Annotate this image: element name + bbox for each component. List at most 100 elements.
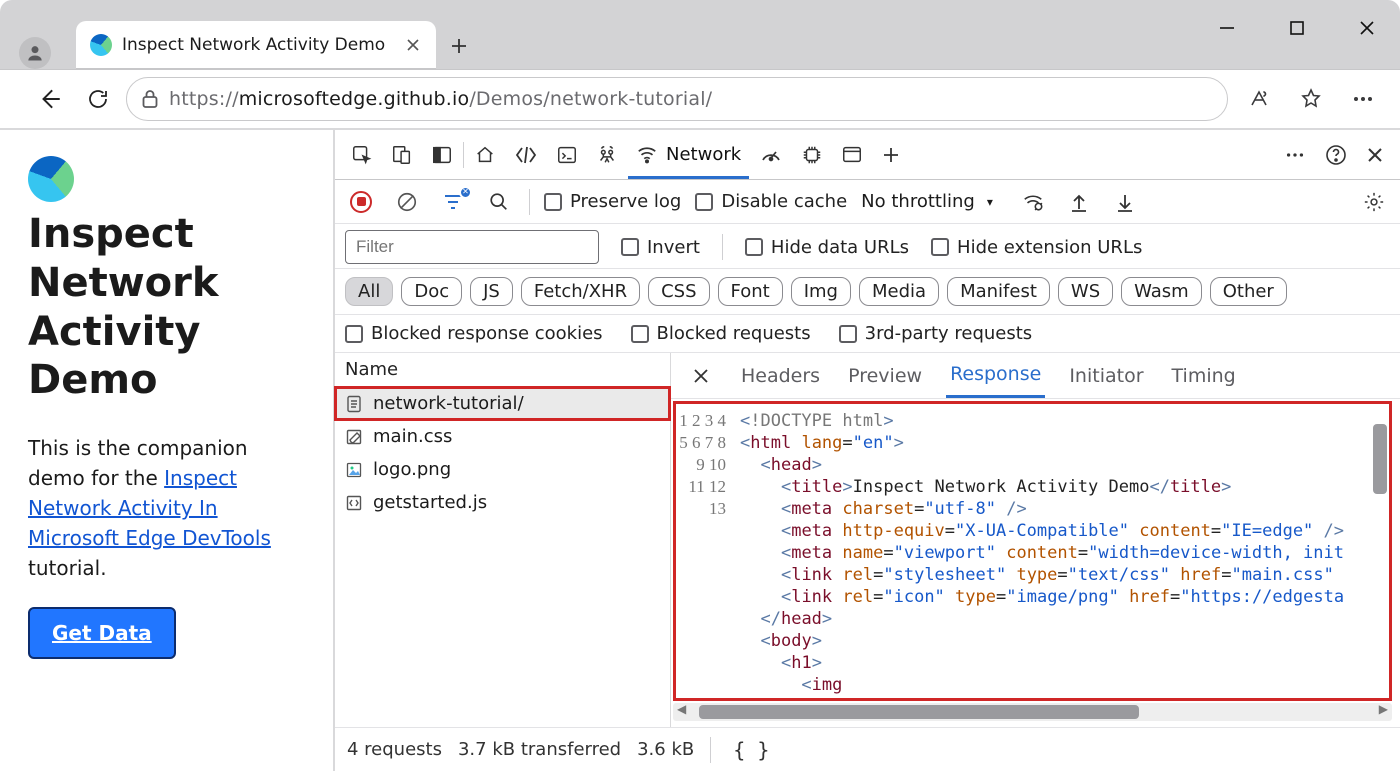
type-img[interactable]: Img bbox=[791, 277, 851, 306]
type-doc[interactable]: Doc bbox=[401, 277, 462, 306]
request-row[interactable]: getstarted.js bbox=[335, 486, 670, 519]
url-text: https://microsoftedge.github.io/Demos/ne… bbox=[169, 88, 712, 110]
network-status-bar: 4 requests 3.7 kB transferred 3.6 kB { } bbox=[335, 727, 1400, 771]
profile-avatar[interactable] bbox=[19, 37, 51, 69]
filter-toggle[interactable] bbox=[437, 186, 469, 218]
close-tab-icon[interactable] bbox=[402, 34, 424, 56]
welcome-tab-icon[interactable] bbox=[466, 132, 504, 178]
edge-logo-icon bbox=[28, 156, 74, 202]
type-font[interactable]: Font bbox=[718, 277, 783, 306]
throttling-select[interactable]: No throttling▾ bbox=[861, 191, 1003, 212]
clear-button[interactable] bbox=[391, 186, 423, 218]
response-code[interactable]: <!DOCTYPE html> <html lang="en"> <head> … bbox=[736, 404, 1389, 698]
sources-tab-icon[interactable] bbox=[588, 132, 626, 178]
detail-tabs: Headers Preview Response Initiator Timin… bbox=[671, 353, 1400, 399]
type-fetch[interactable]: Fetch/XHR bbox=[521, 277, 640, 306]
elements-tab-icon[interactable] bbox=[506, 132, 546, 178]
console-tab-icon[interactable] bbox=[548, 132, 586, 178]
more-tabs-icon[interactable] bbox=[873, 132, 909, 178]
response-body: 1 2 3 4 5 6 7 8 9 10 11 12 13 <!DOCTYPE … bbox=[673, 401, 1392, 701]
type-js[interactable]: JS bbox=[470, 277, 513, 306]
network-conditions-icon[interactable] bbox=[1017, 186, 1049, 218]
type-css[interactable]: CSS bbox=[648, 277, 709, 306]
import-har-icon[interactable] bbox=[1063, 186, 1095, 218]
type-media[interactable]: Media bbox=[859, 277, 939, 306]
type-wasm[interactable]: Wasm bbox=[1121, 277, 1202, 306]
extra-filters-row: Blocked response cookies Blocked request… bbox=[335, 315, 1400, 353]
request-row[interactable]: logo.png bbox=[335, 453, 670, 486]
reload-button[interactable] bbox=[78, 79, 118, 119]
type-ws[interactable]: WS bbox=[1058, 277, 1113, 306]
performance-tab-icon[interactable] bbox=[751, 132, 791, 178]
horizontal-scrollbar[interactable] bbox=[673, 703, 1392, 721]
line-gutter: 1 2 3 4 5 6 7 8 9 10 11 12 13 bbox=[676, 404, 736, 698]
type-filter-row: All Doc JS Fetch/XHR CSS Font Img Media … bbox=[335, 269, 1400, 315]
type-other[interactable]: Other bbox=[1210, 277, 1287, 306]
devtools-more-icon[interactable] bbox=[1276, 132, 1314, 178]
close-detail-icon[interactable] bbox=[685, 360, 717, 392]
get-data-button[interactable]: Get Data bbox=[28, 607, 176, 659]
dock-side-icon[interactable] bbox=[423, 132, 461, 178]
page-title: Inspect Network Activity Demo bbox=[28, 156, 309, 405]
status-requests: 4 requests bbox=[347, 739, 442, 760]
blocked-requests-checkbox[interactable]: Blocked requests bbox=[631, 323, 811, 344]
filter-bar: Invert Hide data URLs Hide extension URL… bbox=[335, 224, 1400, 269]
close-devtools-icon[interactable] bbox=[1358, 132, 1392, 178]
favorite-icon[interactable] bbox=[1294, 82, 1328, 116]
css-icon bbox=[345, 428, 363, 446]
request-row[interactable]: main.css bbox=[335, 420, 670, 453]
detail-tab-timing[interactable]: Timing bbox=[1168, 355, 1240, 397]
inspect-element-icon[interactable] bbox=[343, 132, 381, 178]
more-icon[interactable] bbox=[1346, 82, 1380, 116]
filter-input[interactable] bbox=[345, 230, 599, 264]
back-button[interactable] bbox=[30, 79, 70, 119]
js-icon bbox=[345, 494, 363, 512]
page-description: This is the companion demo for the Inspe… bbox=[28, 433, 309, 583]
memory-tab-icon[interactable] bbox=[793, 132, 831, 178]
minimize-button[interactable] bbox=[1204, 5, 1250, 51]
status-resources: 3.6 kB bbox=[637, 739, 694, 760]
lock-icon bbox=[141, 89, 159, 109]
image-icon bbox=[345, 461, 363, 479]
device-emulation-icon[interactable] bbox=[383, 132, 421, 178]
browser-tab[interactable]: Inspect Network Activity Demo bbox=[76, 21, 436, 69]
detail-tab-initiator[interactable]: Initiator bbox=[1065, 355, 1147, 397]
address-bar[interactable]: https://microsoftedge.github.io/Demos/ne… bbox=[126, 77, 1228, 121]
read-aloud-icon[interactable] bbox=[1242, 82, 1276, 116]
pretty-print-button[interactable]: { } bbox=[727, 738, 775, 762]
status-transferred: 3.7 kB transferred bbox=[458, 739, 621, 760]
request-detail: Headers Preview Response Initiator Timin… bbox=[671, 353, 1400, 727]
detail-tab-preview[interactable]: Preview bbox=[844, 355, 926, 397]
browser-titlebar: Inspect Network Activity Demo bbox=[0, 0, 1400, 70]
application-tab-icon[interactable] bbox=[833, 132, 871, 178]
blocked-cookies-checkbox[interactable]: Blocked response cookies bbox=[345, 323, 603, 344]
disable-cache-checkbox[interactable]: Disable cache bbox=[695, 191, 847, 212]
column-header-name[interactable]: Name bbox=[335, 353, 670, 387]
window-controls bbox=[1204, 0, 1390, 56]
navbar: https://microsoftedge.github.io/Demos/ne… bbox=[0, 70, 1400, 130]
devtools-tabstrip: Network bbox=[335, 130, 1400, 180]
record-button[interactable] bbox=[345, 186, 377, 218]
network-settings-icon[interactable] bbox=[1358, 186, 1390, 218]
request-list: Name network-tutorial/ main.css logo.png… bbox=[335, 353, 671, 727]
type-manifest[interactable]: Manifest bbox=[947, 277, 1050, 306]
network-tab[interactable]: Network bbox=[628, 133, 749, 179]
tab-title: Inspect Network Activity Demo bbox=[122, 35, 392, 55]
detail-tab-headers[interactable]: Headers bbox=[737, 355, 824, 397]
detail-tab-response[interactable]: Response bbox=[946, 353, 1045, 398]
third-party-checkbox[interactable]: 3rd-party requests bbox=[839, 323, 1033, 344]
request-row[interactable]: network-tutorial/ bbox=[335, 387, 670, 420]
hide-data-urls-checkbox[interactable]: Hide data URLs bbox=[745, 237, 909, 258]
new-tab-button[interactable] bbox=[436, 23, 482, 69]
preserve-log-checkbox[interactable]: Preserve log bbox=[544, 191, 681, 212]
close-window-button[interactable] bbox=[1344, 5, 1390, 51]
network-toolbar: Preserve log Disable cache No throttling… bbox=[335, 180, 1400, 224]
maximize-button[interactable] bbox=[1274, 5, 1320, 51]
hide-extension-urls-checkbox[interactable]: Hide extension URLs bbox=[931, 237, 1142, 258]
type-all[interactable]: All bbox=[345, 277, 393, 306]
vertical-scrollbar[interactable] bbox=[1371, 404, 1389, 698]
invert-checkbox[interactable]: Invert bbox=[621, 237, 700, 258]
export-har-icon[interactable] bbox=[1109, 186, 1141, 218]
search-button[interactable] bbox=[483, 186, 515, 218]
help-icon[interactable] bbox=[1316, 132, 1356, 178]
